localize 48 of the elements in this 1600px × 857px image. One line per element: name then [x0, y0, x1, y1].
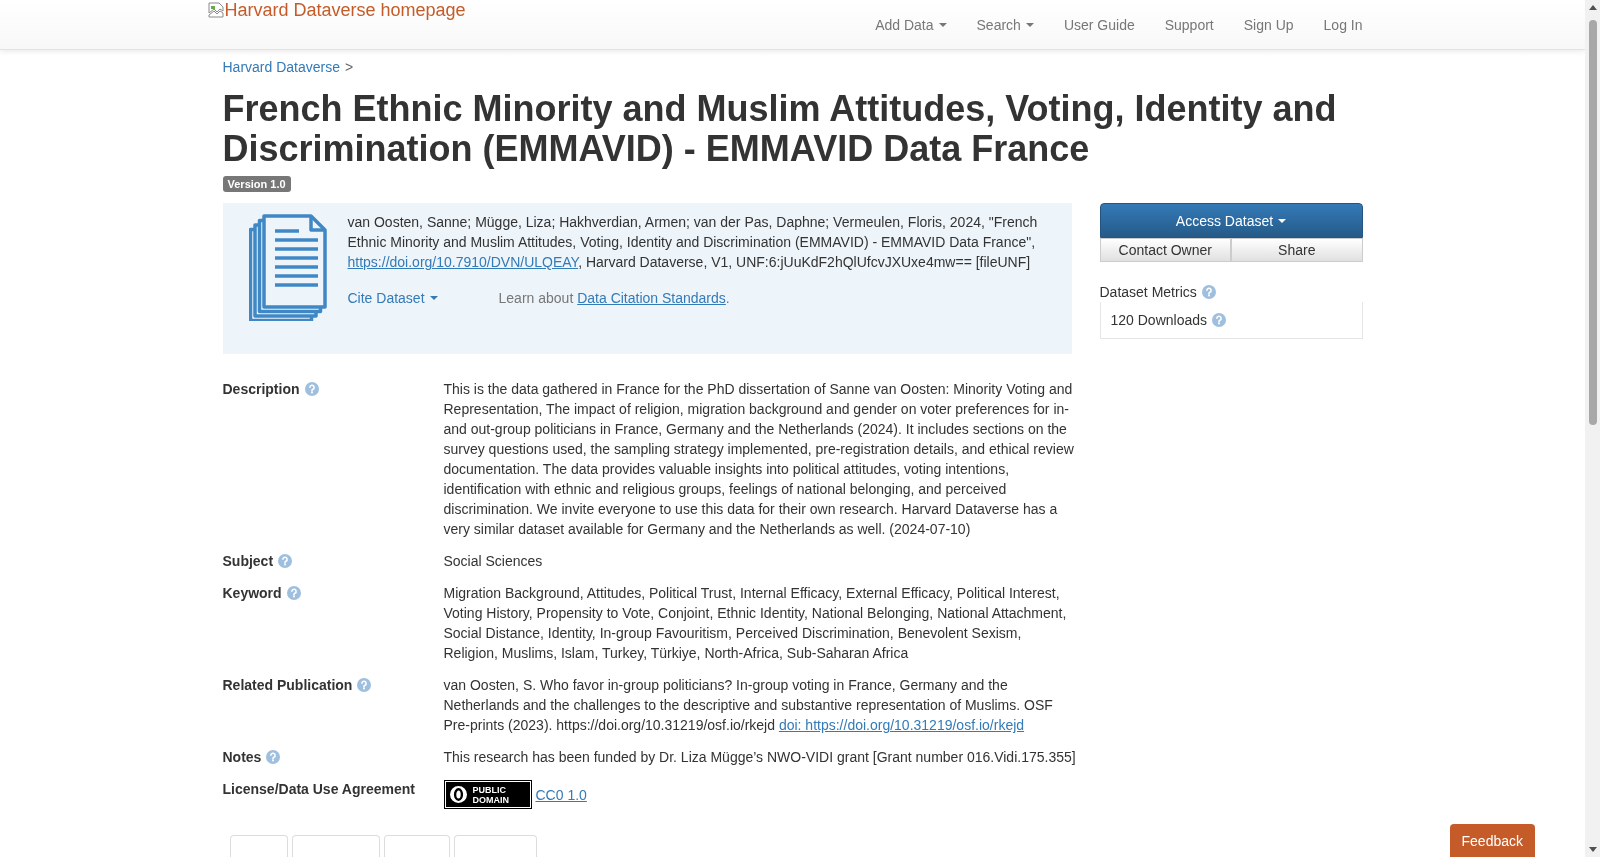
nav-link[interactable]: Add Data	[860, 0, 962, 49]
dataset-title: French Ethnic Minority and Muslim Attitudes, Voting, Identity and Discrimination (EMMAVID) - EMMAVID Data France	[222, 89, 1338, 169]
access-dataset-button[interactable]: Access Dataset	[1099, 203, 1363, 238]
help-icon[interactable]	[357, 678, 372, 692]
nav-link[interactable]: Log In	[1308, 0, 1378, 49]
field-value: Social Sciences	[443, 552, 544, 571]
citation-standards-link[interactable]: Data Citation Standards	[577, 290, 726, 306]
field-label: License/Data Use Agreement	[222, 780, 415, 799]
scrollbar-thumb[interactable]	[1588, 20, 1597, 425]
license-link[interactable]: CC0 1.0	[535, 784, 587, 805]
doi-link[interactable]: doi: https://doi.org/10.31219/osf.io/rkejd	[778, 717, 1025, 733]
field-label: Related Publication	[222, 676, 353, 695]
nav-link[interactable]: User Guide	[1048, 0, 1150, 49]
nav-link[interactable]: Support	[1149, 0, 1229, 49]
help-icon[interactable]	[278, 554, 293, 568]
broken-image-icon	[207, 2, 224, 18]
field-value: This research has been funded by Dr. Liza Mügge’s NWO-VIDI grant [Grant number 016.Vidi.175.355]	[443, 748, 1077, 767]
metric-text: 120 Downloads	[1110, 311, 1207, 330]
help-icon[interactable]	[266, 750, 281, 764]
documents-icon	[248, 214, 327, 321]
nav-link[interactable]: Search	[961, 0, 1049, 49]
field-value: This is the data gathered in France for the PhD dissertation of Sanne van Oosten: Minority Voting and Representation, The impact of religion, migration background and gender on voter preferences for in- and out-group politicians in France, Germany and the Netherlands (2024). It includes sections on the survey questions used, the sampling strategy implemented, pre-registration details, and ethical review documentation. The data provides valuable insights into political attitudes, voting intentions, identification with ethnic and religious groups, feelings of national belonging, and perceived discrimination. We invite everyone to use this data for their own research. Harvard Dataverse has a very similar dataset available for Germany and the Netherlands as well. (2024-07-10)	[443, 380, 1075, 539]
action-button[interactable]: Share	[1231, 238, 1363, 262]
scroll-down-arrow-icon[interactable]	[1588, 847, 1597, 852]
action-button[interactable]: Contact Owner	[1099, 238, 1231, 262]
metrics-title: Dataset Metrics	[1099, 283, 1197, 302]
cite-dataset-button[interactable]: Cite Dataset	[347, 288, 438, 308]
help-icon[interactable]	[1212, 313, 1226, 327]
nav-link[interactable]: Sign Up	[1228, 0, 1309, 49]
help-icon[interactable]	[286, 586, 301, 600]
breadcrumb-separator: >	[345, 58, 354, 77]
doi-link[interactable]: https://doi.org/10.7910/DVN/ULQEAY	[347, 254, 579, 270]
citation-standards-note: Learn about Data Citation Standards.	[498, 289, 730, 308]
citation-text: van Oosten, Sanne; Mügge, Liza; Hakhverdian, Armen; van der Pas, Daphne; Vermeulen, Floris, 2024, "French Ethnic Minority and Muslim Attitudes, Voting, Identity and Discrimination (EMMAVID) - EMMAVID Data France", https://doi.org/10.7910/DVN/ULQEAY, Harvard Dataverse, V1, UNF:6:jUuKdF2hQlUfcvJXUxe4mw== [fileUNF]	[347, 213, 1039, 272]
field-label: Keyword	[222, 584, 282, 603]
field-label: Subject	[222, 552, 274, 571]
badge-label: PUBLIC DOMAIN	[472, 784, 509, 805]
field-value: van Oosten, S. Who favor in-group politicians? In-group voting in France, Germany and the Netherlands and the challenges to the descriptive and substantive representation of Muslims. OSF Pre-prints (2023). https://doi.org/10.31219/osf.io/rkejd doi: https://doi.org/10.31219/osf.io/rkejd	[443, 676, 1054, 735]
scroll-up-arrow-icon[interactable]	[1588, 5, 1597, 10]
field-label: Notes	[222, 748, 262, 767]
field-label: Description	[222, 380, 300, 399]
help-icon[interactable]	[304, 382, 319, 396]
feedback-button[interactable]: Feedback	[1449, 824, 1535, 857]
homepage-link[interactable]: Harvard Dataverse homepage	[207, 0, 466, 20]
version-badge: Version 1.0	[222, 176, 291, 192]
breadcrumb-link[interactable]: Harvard Dataverse	[222, 57, 340, 77]
field-value: Migration Background, Attitudes, Political Trust, Internal Efficacy, External Efficacy, Political Interest, Voting History, Propensity to Vote, Conjoint, Ethnic Identity, National Belonging, National Attachment, Social Distance, Identity, In-group Favouritism, Perceived Discrimination, Benevolent Sexism, Religion, Muslims, Islam, Turkey, Türkiye, North-Africa, Sub-Saharan Africa	[443, 584, 1068, 663]
help-icon[interactable]	[1201, 285, 1216, 299]
